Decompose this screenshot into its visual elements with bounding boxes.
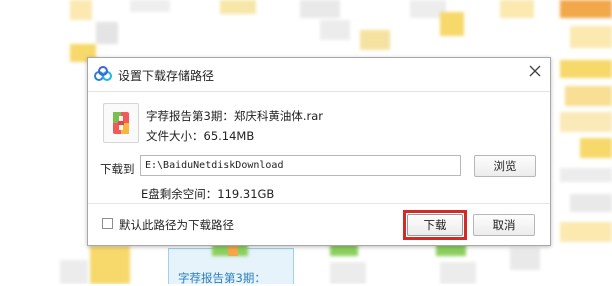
file-size: 文件大小：65.14MB: [146, 129, 255, 143]
dialog-title: 设置下载存储路径: [118, 69, 215, 83]
download-path-dialog: 设置下载存储路径 字荐报告第3期：郑庆科黄油体.rar 文件大小：65.14MB…: [87, 57, 551, 246]
download-path-input[interactable]: [140, 155, 461, 176]
dialog-titlebar: 设置下载存储路径: [88, 58, 550, 92]
file-name: 字荐报告第3期：郑庆科黄油体.rar: [146, 109, 323, 123]
browse-button[interactable]: 浏览: [474, 155, 536, 177]
rar-archive-icon: [103, 103, 139, 143]
free-space-text: E盘剩余空间：119.31GB: [141, 187, 275, 201]
cancel-button[interactable]: 取消: [473, 214, 535, 236]
download-to-label: 下载到: [100, 162, 135, 176]
default-path-checkbox[interactable]: [102, 218, 113, 229]
baidu-netdisk-logo-icon: [94, 66, 112, 81]
download-button[interactable]: 下载: [407, 214, 463, 236]
default-path-checkbox-label[interactable]: 默认此路径为下载路径: [119, 217, 234, 233]
dialog-footer: 默认此路径为下载路径 下载 取消: [88, 203, 550, 245]
close-icon[interactable]: [526, 62, 544, 80]
